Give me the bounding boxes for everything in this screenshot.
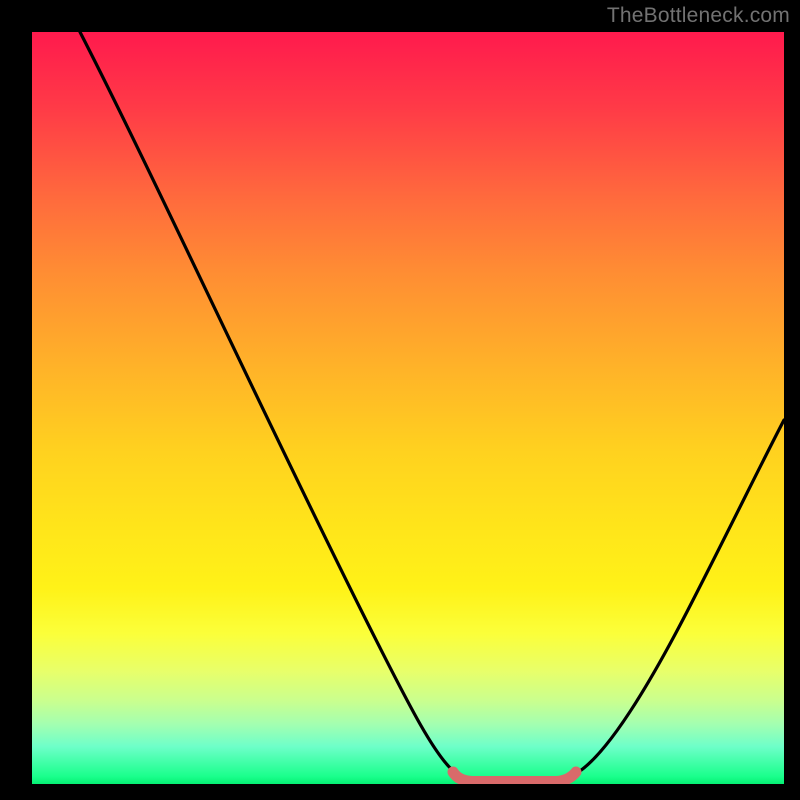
bottleneck-curve (80, 32, 784, 781)
chart-frame: TheBottleneck.com (0, 0, 800, 800)
plot-area (32, 32, 784, 784)
watermark-text: TheBottleneck.com (607, 4, 790, 28)
curve-layer (32, 32, 784, 784)
plateau-marker (453, 772, 576, 782)
